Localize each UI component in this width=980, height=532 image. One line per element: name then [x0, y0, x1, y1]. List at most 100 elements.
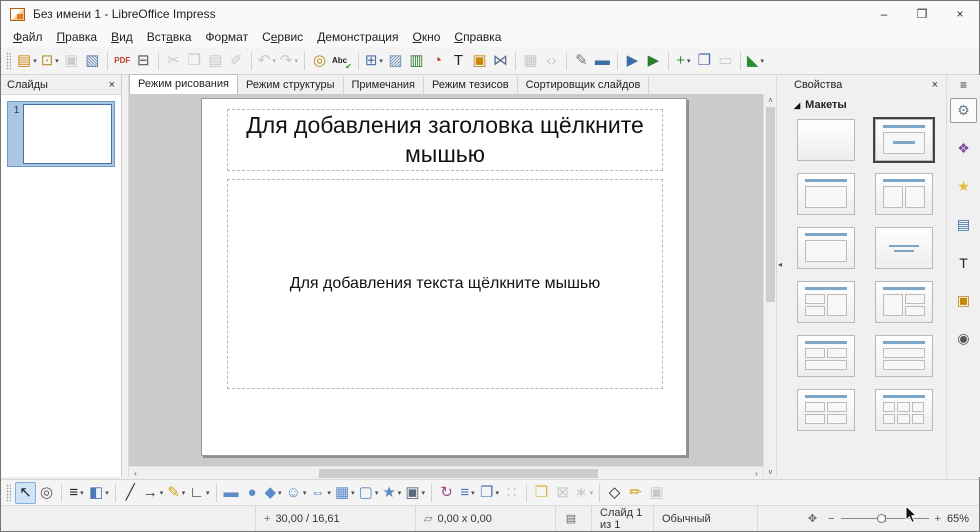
zoom-out-button[interactable]: −: [828, 513, 834, 525]
block-arrows-button[interactable]: ⇔▾: [308, 482, 333, 504]
scroll-up-arrow[interactable]: ˄: [764, 94, 777, 107]
sidebar-tab-slide-transition[interactable]: ❖: [950, 136, 977, 161]
show-draw-functions-dropdown-arrow[interactable]: ▾: [760, 57, 764, 65]
open-document-button[interactable]: ⊡▾: [39, 50, 61, 72]
scroll-down-arrow[interactable]: ˅: [764, 466, 777, 479]
menu-file[interactable]: Файл: [6, 28, 50, 46]
minimize-button[interactable]: –: [865, 1, 903, 27]
sidebar-tab-master-slides[interactable]: ▤: [950, 212, 977, 237]
align-objects-dropdown-arrow[interactable]: ▾: [471, 489, 475, 497]
layout-title-content-over-content[interactable]: [875, 335, 933, 377]
edit-points-button[interactable]: ◇: [604, 482, 625, 504]
new-document-button[interactable]: ▤▾: [15, 50, 39, 72]
export-pdf-button[interactable]: PDF: [112, 50, 133, 72]
symbol-shapes-dropdown-arrow[interactable]: ▾: [303, 489, 307, 497]
layout-title-2content-over-content[interactable]: [797, 335, 855, 377]
duplicate-slide-button[interactable]: ❐: [694, 50, 715, 72]
align-objects-button[interactable]: ≡▾: [457, 482, 478, 504]
3d-objects-dropdown-arrow[interactable]: ▾: [422, 489, 426, 497]
new-slide-button[interactable]: +▾: [673, 50, 694, 72]
layout-centered-text[interactable]: [875, 227, 933, 269]
layout-title-2content-left-content[interactable]: [797, 281, 855, 323]
layout-title-four-content[interactable]: [797, 389, 855, 431]
redo-dropdown-arrow[interactable]: ▾: [294, 57, 298, 65]
sidebar-tab-animation[interactable]: ★: [950, 174, 977, 199]
insert-image-button[interactable]: ▨: [385, 50, 406, 72]
layout-title-content-wide[interactable]: [797, 227, 855, 269]
insert-media-button[interactable]: ▥: [406, 50, 427, 72]
image-filter-dropdown-arrow[interactable]: ▾: [590, 489, 594, 497]
close-button[interactable]: ×: [941, 1, 979, 27]
new-document-dropdown-arrow[interactable]: ▾: [33, 57, 37, 65]
fill-color-dropdown-arrow[interactable]: ▾: [105, 489, 109, 497]
layout-title-six-content[interactable]: [875, 389, 933, 431]
sidebar-tab-navigator[interactable]: ◉: [950, 326, 977, 351]
title-placeholder[interactable]: Для добавления заголовка щёлкните мышью: [227, 109, 663, 171]
vertical-scrollbar-thumb[interactable]: [766, 107, 775, 302]
tab-slide-sorter[interactable]: Сортировщик слайдов: [518, 76, 650, 94]
find-and-replace-button[interactable]: ◎: [309, 50, 330, 72]
insert-textbox-button[interactable]: T: [448, 50, 469, 72]
flowchart-shapes-dropdown-arrow[interactable]: ▾: [351, 489, 355, 497]
tab-normal[interactable]: Режим рисования: [129, 74, 238, 94]
connectors-button[interactable]: ∟▾: [187, 482, 211, 504]
slides-panel-splitter[interactable]: [122, 75, 129, 477]
insert-table-dropdown-arrow[interactable]: ▾: [379, 57, 383, 65]
display-views-button[interactable]: ▬: [592, 50, 613, 72]
zoom-in-button[interactable]: +: [935, 513, 941, 525]
layouts-section-header[interactable]: ◢ Макеты: [786, 95, 946, 113]
symbol-shapes-button[interactable]: ☺▾: [284, 482, 309, 504]
menu-help[interactable]: Справка: [447, 28, 508, 46]
menu-format[interactable]: Формат: [198, 28, 255, 46]
open-document-dropdown-arrow[interactable]: ▾: [55, 57, 59, 65]
spelling-check-button[interactable]: Abc✔: [330, 50, 354, 72]
menu-edit[interactable]: Правка: [50, 28, 105, 46]
star-shapes-button[interactable]: ★▾: [380, 482, 403, 504]
body-placeholder[interactable]: Для добавления текста щёлкните мышью: [227, 179, 663, 389]
insert-frame-button[interactable]: ▣: [469, 50, 490, 72]
menu-tools[interactable]: Сервис: [255, 28, 310, 46]
layout-title-two-content[interactable]: [875, 173, 933, 215]
new-slide-dropdown-arrow[interactable]: ▾: [687, 57, 691, 65]
star-shapes-dropdown-arrow[interactable]: ▾: [398, 489, 402, 497]
workspace[interactable]: Для добавления заголовка щёлкните мышью …: [129, 94, 763, 466]
select-tool-button[interactable]: ↖: [15, 482, 36, 504]
layout-title-content[interactable]: [875, 119, 933, 161]
block-arrows-dropdown-arrow[interactable]: ▾: [327, 489, 331, 497]
shadow-toggle-button[interactable]: ❒: [531, 482, 552, 504]
tab-outline[interactable]: Режим структуры: [238, 76, 344, 94]
section-collapse-icon[interactable]: ◢: [794, 101, 800, 110]
start-from-current-slide-button[interactable]: ▶: [643, 50, 664, 72]
rotate-object-button[interactable]: ↻: [436, 482, 457, 504]
drawing-toolbar-grip[interactable]: [6, 484, 11, 502]
callout-shapes-button[interactable]: ▢▾: [357, 482, 381, 504]
ellipse-tool-button[interactable]: ●: [242, 482, 263, 504]
fill-color-button[interactable]: ◧▾: [87, 482, 111, 504]
menu-view[interactable]: Вид: [104, 28, 140, 46]
lines-and-arrows-button[interactable]: →▾: [141, 482, 166, 504]
flowchart-shapes-button[interactable]: ▦▾: [333, 482, 357, 504]
line-style-dropdown-arrow[interactable]: ▾: [80, 489, 84, 497]
sidebar-close-icon[interactable]: ×: [932, 79, 938, 91]
connectors-dropdown-arrow[interactable]: ▾: [206, 489, 210, 497]
sidebar-tab-styles[interactable]: T: [950, 250, 977, 275]
arrange-objects-button[interactable]: ❐▾: [478, 482, 501, 504]
sidebar-splitter[interactable]: ◂: [776, 75, 786, 477]
3d-objects-button[interactable]: ▣▾: [403, 482, 427, 504]
basic-shapes-button[interactable]: ◆▾: [263, 482, 284, 504]
vertical-scrollbar[interactable]: ˄ ˅: [763, 94, 776, 479]
curves-and-polygons-button[interactable]: ✎▾: [165, 482, 187, 504]
sidebar-collapse-arrow[interactable]: ◂: [778, 260, 782, 269]
start-from-first-slide-button[interactable]: ▶: [622, 50, 643, 72]
tab-handout[interactable]: Режим тезисов: [424, 76, 518, 94]
menu-slideshow[interactable]: Демонстрация: [310, 28, 405, 46]
zoom-level-value[interactable]: 65%: [947, 513, 969, 525]
save-as-document-button[interactable]: ▧: [82, 50, 103, 72]
layout-title-content-2content[interactable]: [875, 281, 933, 323]
fit-slide-icon[interactable]: ✥: [808, 512, 817, 525]
slides-panel-close-icon[interactable]: ×: [109, 79, 115, 91]
fontwork-text-button[interactable]: ⋈: [490, 50, 511, 72]
tab-notes[interactable]: Примечания: [344, 76, 425, 94]
basic-shapes-dropdown-arrow[interactable]: ▾: [278, 489, 282, 497]
insert-table-button[interactable]: ⊞▾: [363, 50, 385, 72]
